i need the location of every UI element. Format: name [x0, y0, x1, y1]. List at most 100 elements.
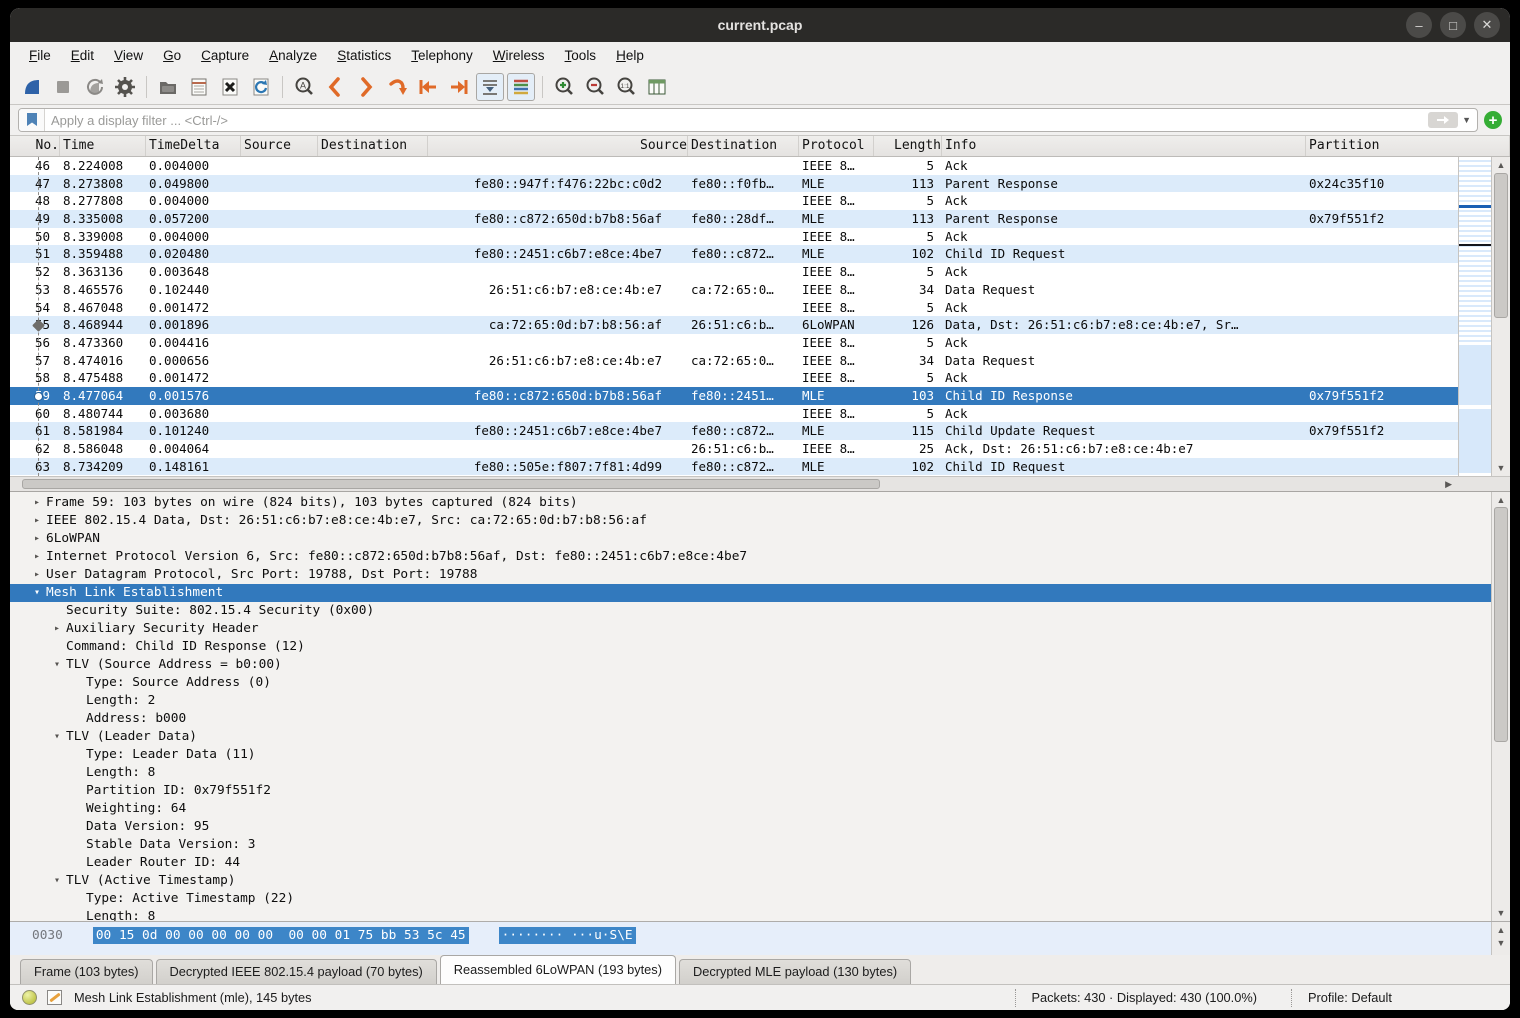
packet-row[interactable]: 528.3631360.003648IEEE 8…5Ack — [10, 263, 1458, 281]
packet-list-hscrollbar[interactable]: ▶ — [10, 476, 1510, 491]
column-header-src2[interactable]: Source — [428, 136, 688, 156]
detail-line[interactable]: Type: Active Timestamp (22) — [10, 890, 1491, 908]
go-forward-icon[interactable] — [352, 73, 380, 101]
scroll-up-icon[interactable]: ▲ — [1492, 495, 1510, 505]
column-header-dst2[interactable]: Destination — [688, 136, 799, 156]
scrollbar-thumb[interactable] — [1494, 173, 1508, 318]
hex-row[interactable]: 003000 15 0d 00 00 00 00 00 00 00 01 75 … — [10, 922, 636, 955]
packet-row[interactable]: 498.3350080.057200fe80::c872:650d:b7b8:5… — [10, 210, 1458, 228]
go-back-icon[interactable] — [321, 73, 349, 101]
detail-line[interactable]: Length: 8 — [10, 908, 1491, 921]
scroll-down-icon[interactable]: ▼ — [1492, 938, 1510, 948]
packet-row[interactable]: 608.4807440.003680IEEE 8…5Ack — [10, 405, 1458, 423]
packet-list-vscrollbar[interactable]: ▲ ▼ — [1491, 157, 1510, 476]
packet-row[interactable]: 558.4689440.001896ca:72:65:0d:b7:b8:56:a… — [10, 316, 1458, 334]
packet-row[interactable]: 628.5860480.00406426:51:c6:b…IEEE 8…25Ac… — [10, 440, 1458, 458]
expand-right-icon[interactable]: ▸ — [48, 620, 66, 638]
detail-line[interactable]: Partition ID: 0x79f551f2 — [10, 782, 1491, 800]
menu-capture[interactable]: Capture — [192, 45, 258, 66]
detail-line[interactable]: Address: b000 — [10, 710, 1491, 728]
menu-file[interactable]: File — [20, 45, 60, 66]
scroll-down-icon[interactable]: ▼ — [1492, 908, 1510, 918]
detail-line[interactable]: ▸6LoWPAN — [10, 530, 1491, 548]
detail-line[interactable]: Command: Child ID Response (12) — [10, 638, 1491, 656]
apply-filter-icon[interactable] — [1428, 112, 1458, 128]
filter-bookmark-icon[interactable] — [19, 109, 45, 131]
bytes-vscrollbar[interactable]: ▲ ▼ — [1491, 922, 1510, 955]
auto-scroll-icon[interactable] — [476, 73, 504, 101]
packet-row[interactable]: 508.3390080.004000IEEE 8…5Ack — [10, 228, 1458, 246]
detail-line[interactable]: ▾TLV (Active Timestamp) — [10, 872, 1491, 890]
byte-source-tab[interactable]: Decrypted IEEE 802.15.4 payload (70 byte… — [156, 959, 437, 984]
column-header-proto[interactable]: Protocol — [799, 136, 874, 156]
packet-row[interactable]: 568.4733600.004416IEEE 8…5Ack — [10, 334, 1458, 352]
detail-line[interactable]: ▸User Datagram Protocol, Src Port: 19788… — [10, 566, 1491, 584]
column-header-info[interactable]: Info — [942, 136, 1306, 156]
restart-capture-icon[interactable] — [80, 73, 108, 101]
menu-go[interactable]: Go — [154, 45, 190, 66]
detail-line[interactable]: Length: 8 — [10, 764, 1491, 782]
detail-line[interactable]: Type: Leader Data (11) — [10, 746, 1491, 764]
find-packet-icon[interactable]: A — [290, 73, 318, 101]
byte-source-tab[interactable]: Reassembled 6LoWPAN (193 bytes) — [440, 955, 676, 984]
expand-down-icon[interactable]: ▾ — [48, 728, 66, 746]
expand-down-icon[interactable]: ▾ — [48, 656, 66, 674]
add-filter-button-icon[interactable]: + — [1484, 111, 1502, 129]
detail-line[interactable]: ▸Auxiliary Security Header — [10, 620, 1491, 638]
packet-row[interactable]: 538.4655760.10244026:51:c6:b7:e8:ce:4b:e… — [10, 281, 1458, 299]
hex-ascii[interactable]: ········ ···u·S\E — [499, 927, 636, 944]
packet-row[interactable]: 488.2778080.004000IEEE 8…5Ack — [10, 192, 1458, 210]
filter-dropdown-icon[interactable]: ▼ — [1462, 115, 1471, 125]
expand-right-icon[interactable]: ▸ — [28, 566, 46, 584]
column-header-no[interactable]: No. — [10, 136, 60, 156]
detail-line[interactable]: ▸IEEE 802.15.4 Data, Dst: 26:51:c6:b7:e8… — [10, 512, 1491, 530]
reload-icon[interactable] — [247, 73, 275, 101]
maximize-icon[interactable]: □ — [1440, 12, 1466, 38]
open-file-icon[interactable] — [154, 73, 182, 101]
column-header-time[interactable]: Time — [60, 136, 146, 156]
packet-row[interactable]: 468.2240080.004000IEEE 8…5Ack — [10, 157, 1458, 175]
expand-right-icon[interactable]: ▸ — [28, 530, 46, 548]
detail-line[interactable]: Weighting: 64 — [10, 800, 1491, 818]
expand-right-icon[interactable]: ▸ — [28, 512, 46, 530]
close-icon[interactable]: ✕ — [1474, 12, 1500, 38]
packet-row[interactable]: 478.2738080.049800fe80::947f:f476:22bc:c… — [10, 175, 1458, 193]
capture-options-icon[interactable] — [111, 73, 139, 101]
byte-source-tab[interactable]: Frame (103 bytes) — [20, 959, 153, 984]
menu-analyze[interactable]: Analyze — [260, 45, 326, 66]
detail-line[interactable]: ▾Mesh Link Establishment — [10, 584, 1491, 602]
detail-line[interactable]: Type: Source Address (0) — [10, 674, 1491, 692]
zoom-in-icon[interactable] — [550, 73, 578, 101]
scroll-up-icon[interactable]: ▲ — [1492, 925, 1510, 935]
column-header-len[interactable]: Length — [874, 136, 942, 156]
menu-statistics[interactable]: Statistics — [328, 45, 400, 66]
menu-telephony[interactable]: Telephony — [402, 45, 482, 66]
scroll-right-icon[interactable]: ▶ — [1445, 479, 1452, 490]
go-to-packet-icon[interactable] — [383, 73, 411, 101]
expand-right-icon[interactable]: ▸ — [28, 494, 46, 512]
detail-line[interactable]: Stable Data Version: 3 — [10, 836, 1491, 854]
byte-source-tab[interactable]: Decrypted MLE payload (130 bytes) — [679, 959, 911, 984]
menu-tools[interactable]: Tools — [556, 45, 606, 66]
detail-vscrollbar[interactable]: ▲ ▼ — [1491, 492, 1510, 921]
packet-row[interactable]: 588.4754880.001472IEEE 8…5Ack — [10, 369, 1458, 387]
detail-line[interactable]: ▾TLV (Leader Data) — [10, 728, 1491, 746]
last-packet-icon[interactable] — [445, 73, 473, 101]
column-header-src1[interactable]: Source — [241, 136, 318, 156]
detail-line[interactable]: ▸Internet Protocol Version 6, Src: fe80:… — [10, 548, 1491, 566]
scroll-down-icon[interactable]: ▼ — [1492, 463, 1510, 473]
expert-info-icon[interactable] — [22, 990, 37, 1005]
expand-down-icon[interactable]: ▾ — [28, 584, 46, 602]
zoom-out-icon[interactable] — [581, 73, 609, 101]
scroll-up-icon[interactable]: ▲ — [1492, 160, 1510, 170]
menu-view[interactable]: View — [105, 45, 152, 66]
zoom-original-icon[interactable]: 1:1 — [612, 73, 640, 101]
stop-capture-icon[interactable] — [49, 73, 77, 101]
packet-row[interactable]: 518.3594880.020480fe80::2451:c6b7:e8ce:4… — [10, 245, 1458, 263]
colorize-icon[interactable] — [507, 73, 535, 101]
packet-row[interactable]: 548.4670480.001472IEEE 8…5Ack — [10, 299, 1458, 317]
scrollbar-thumb[interactable] — [1494, 507, 1508, 742]
first-packet-icon[interactable] — [414, 73, 442, 101]
expand-right-icon[interactable]: ▸ — [28, 548, 46, 566]
hscrollbar-thumb[interactable] — [22, 479, 880, 489]
